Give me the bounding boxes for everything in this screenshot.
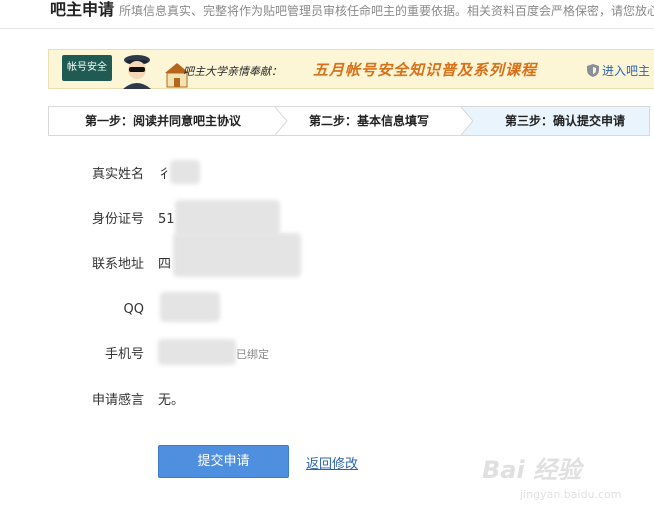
- form-row-statement: 申请感言 无。: [0, 391, 654, 411]
- shield-icon: [587, 64, 599, 77]
- form-row-name: 真实姓名 彳: [0, 160, 654, 185]
- enter-bazhu-link[interactable]: 进入吧主: [587, 62, 650, 79]
- step-3-label: 第三步：确认提交申请: [504, 114, 625, 128]
- watermark-text: Bai 经验: [482, 456, 582, 484]
- statement-value: 无。: [158, 393, 185, 408]
- name-label: 真实姓名: [91, 167, 144, 182]
- step-3-current: 第三步：确认提交申请: [461, 107, 649, 135]
- banner-headline: 五月帐号安全知识普及系列课程: [313, 61, 538, 79]
- phone-bound-status: 已绑定: [236, 348, 269, 361]
- qq-label: QQ: [123, 302, 144, 317]
- page-description: 所填信息真实、完整将作为贴吧管理员审核任命吧主的重要依据。相关资料百度会严格保密…: [119, 4, 654, 18]
- statement-label: 申请感言: [91, 393, 144, 408]
- address-value: 四: [158, 257, 172, 272]
- submit-application-button[interactable]: 提交申请: [158, 445, 289, 478]
- step-2: 第二步：基本信息填写: [308, 114, 429, 128]
- redaction-blur: [170, 160, 200, 184]
- enter-bazhu-link-text: 进入吧主: [602, 64, 651, 78]
- step-1: 第一步：阅读并同意吧主协议: [84, 114, 241, 128]
- redaction-blur: [158, 339, 236, 365]
- redaction-blur: [160, 292, 220, 322]
- banner-lead-text: 吧主大学亲情奉献：: [183, 65, 282, 78]
- redaction-blur: [175, 200, 280, 236]
- page-header: 吧主申请 所填信息真实、完整将作为贴吧管理员审核任命吧主的重要依据。相关资料百度…: [0, 0, 654, 29]
- police-mascot-icon: [123, 55, 189, 89]
- watermark-url: jingyan.baidu.com: [520, 488, 622, 501]
- redaction-blur: [173, 233, 301, 277]
- promo-banner[interactable]: 帐号安全 吧主大学亲情奉献： 五月帐号安全知识普及系列课程 进入吧主: [48, 49, 654, 89]
- step-progress: 第一步：阅读并同意吧主协议 第二步：基本信息填写 第三步：确认提交申请: [48, 106, 650, 136]
- form-row-id: 身份证号 51: [0, 200, 654, 236]
- page-title: 吧主申请: [50, 0, 115, 19]
- form-row-address: 联系地址 四: [0, 233, 654, 277]
- form-row-qq: QQ: [0, 292, 654, 322]
- id-number-label: 身份证号: [91, 212, 144, 227]
- phone-label: 手机号: [104, 347, 144, 362]
- id-number-value: 51: [158, 212, 175, 227]
- account-security-badge: 帐号安全: [62, 55, 112, 81]
- form-row-phone: 手机号 已绑定: [0, 339, 654, 365]
- baidu-jingyan-watermark: Bai 经验 jingyan.baidu.com: [470, 448, 650, 508]
- step-separator-arrow-icon: [457, 107, 473, 135]
- back-to-edit-link[interactable]: 返回修改: [306, 453, 358, 472]
- address-label: 联系地址: [91, 257, 144, 272]
